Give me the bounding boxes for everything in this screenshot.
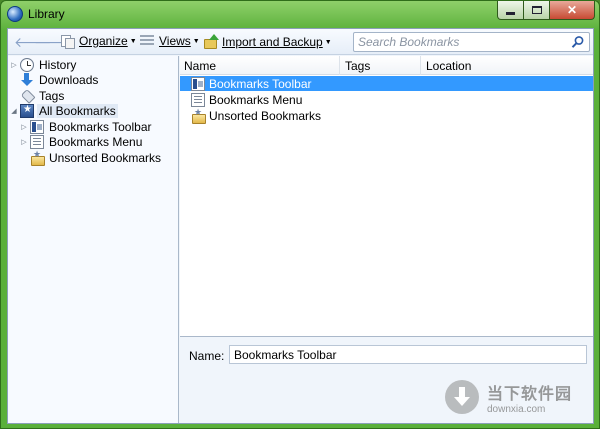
sidebar-item-tags[interactable]: Tags xyxy=(10,88,66,103)
watermark-site-name: 当下软件园 xyxy=(487,385,573,403)
caption-buttons: ✕ xyxy=(497,1,595,20)
sidebar-item-label: History xyxy=(39,57,77,72)
list-item-name: Bookmarks Menu xyxy=(209,92,303,107)
unsorted-bookmarks-icon xyxy=(30,149,45,166)
library-client-area: 🡐 🡒 Organize ▼ Views ▼ Import and Backup… xyxy=(7,28,594,424)
sidebar-item-label: Tags xyxy=(39,88,65,103)
views-menu-button[interactable]: Views ▼ xyxy=(140,34,200,48)
sidebar-item-bookmarks-toolbar[interactable]: ▷ Bookmarks Toolbar xyxy=(20,119,154,134)
library-window: Library ✕ 🡐 🡒 Organize ▼ Views ▼ Import … xyxy=(0,0,600,429)
organize-label: Organize xyxy=(79,34,128,48)
search-icon[interactable] xyxy=(571,35,585,49)
name-field[interactable] xyxy=(229,345,587,364)
expand-twisty-icon[interactable]: ▷ xyxy=(20,138,28,146)
import-backup-menu-button[interactable]: Import and Backup ▼ xyxy=(203,34,332,49)
toolbar: 🡐 🡒 Organize ▼ Views ▼ Import and Backup… xyxy=(8,29,593,55)
title-bar[interactable]: Library ✕ xyxy=(1,1,599,27)
organize-menu-button[interactable]: Organize ▼ xyxy=(60,34,137,49)
dropdown-caret-icon: ▼ xyxy=(192,38,200,45)
sidebar-item-all-bookmarks[interactable]: ◢ All Bookmarks xyxy=(10,103,118,118)
bookmark-list-pane: Name Tags Location Bookmarks Toolbar Boo… xyxy=(180,56,593,423)
expand-twisty-icon[interactable]: ▷ xyxy=(10,61,18,69)
close-button[interactable]: ✕ xyxy=(550,1,595,20)
dropdown-caret-icon: ▼ xyxy=(129,38,137,45)
list-item-name: Bookmarks Toolbar xyxy=(209,76,312,91)
import-backup-label: Import and Backup xyxy=(222,34,323,49)
column-header-name[interactable]: Name xyxy=(184,59,216,73)
sidebar-item-bookmarks-menu[interactable]: ▷ Bookmarks Menu xyxy=(20,134,144,149)
list-item[interactable]: Bookmarks Toolbar xyxy=(180,76,593,91)
column-header-location[interactable]: Location xyxy=(426,59,471,73)
search-input[interactable] xyxy=(358,34,568,50)
window-title: Library xyxy=(28,7,65,21)
sidebar-item-history[interactable]: ▷ History xyxy=(10,57,78,72)
download-arrow-icon xyxy=(445,380,479,414)
column-divider[interactable] xyxy=(420,56,421,75)
all-bookmarks-icon xyxy=(20,103,34,118)
column-divider[interactable] xyxy=(339,56,340,75)
sidebar-item-label: Unsorted Bookmarks xyxy=(49,150,162,165)
minimize-icon xyxy=(506,11,515,15)
search-box[interactable] xyxy=(353,32,590,52)
sidebar-item-label: Downloads xyxy=(39,72,99,87)
name-field-label: Name: xyxy=(189,349,225,363)
bookmarks-toolbar-icon xyxy=(191,76,205,91)
watermark-url: downxia.com xyxy=(487,403,546,415)
list-item-name: Unsorted Bookmarks xyxy=(209,108,322,123)
column-header-tags[interactable]: Tags xyxy=(345,59,370,73)
downloads-icon xyxy=(20,72,34,87)
expand-twisty-icon[interactable]: ▷ xyxy=(20,123,28,131)
views-label: Views xyxy=(159,34,191,48)
bookmarks-menu-icon xyxy=(191,92,205,107)
minimize-button[interactable] xyxy=(497,1,524,20)
bookmarks-toolbar-icon xyxy=(30,119,44,134)
maximize-button[interactable] xyxy=(524,1,550,20)
site-watermark: 当下软件园 downxia.com xyxy=(445,376,585,418)
close-icon: ✕ xyxy=(566,3,578,17)
sidebar-item-label: All Bookmarks xyxy=(37,103,118,118)
watermark-text: 当下软件园 downxia.com xyxy=(487,380,572,415)
firefox-app-icon xyxy=(7,6,23,22)
views-icon xyxy=(140,35,154,47)
organize-icon xyxy=(60,34,75,49)
list-item[interactable]: Unsorted Bookmarks xyxy=(180,107,593,124)
sidebar-item-unsorted-bookmarks[interactable]: Unsorted Bookmarks xyxy=(20,149,163,166)
sidebar-item-downloads[interactable]: Downloads xyxy=(10,72,100,87)
maximize-icon xyxy=(531,6,542,14)
import-backup-icon xyxy=(203,34,219,49)
history-icon xyxy=(20,57,34,72)
places-sidebar: ▷ History Downloads Tags ◢ All Bookmarks… xyxy=(8,56,179,423)
list-item[interactable]: Bookmarks Menu xyxy=(180,92,593,107)
collapse-twisty-icon[interactable]: ◢ xyxy=(10,107,18,115)
sidebar-item-label: Bookmarks Menu xyxy=(49,134,143,149)
unsorted-bookmarks-icon xyxy=(191,107,206,124)
bookmarks-menu-icon xyxy=(30,134,44,149)
column-headers: Name Tags Location xyxy=(180,56,593,75)
sidebar-item-label: Bookmarks Toolbar xyxy=(49,119,152,134)
dropdown-caret-icon: ▼ xyxy=(324,38,332,46)
